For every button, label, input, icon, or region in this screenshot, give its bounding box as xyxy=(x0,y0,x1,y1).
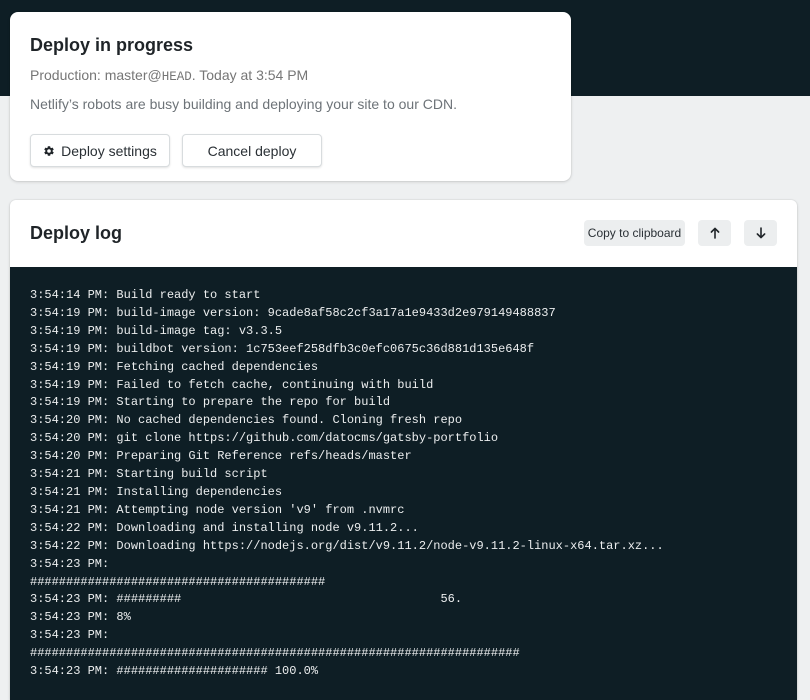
log-line: 3:54:23 PM: 8% xyxy=(30,610,131,625)
log-line: 3:54:19 PM: build-image version: 9cade8a… xyxy=(30,305,556,320)
log-line: 3:54:23 PM: xyxy=(30,628,110,643)
log-line: 3:54:19 PM: Failed to fetch cache, conti… xyxy=(30,377,434,392)
deploy-log-card: Deploy log Copy to clipboard 3:54:14 PM:… xyxy=(10,200,797,700)
deploy-log-output[interactable]: 3:54:14 PM: Build ready to start 3:54:19 … xyxy=(10,267,797,700)
deploy-settings-button[interactable]: Deploy settings xyxy=(30,134,170,167)
log-line: 3:54:20 PM: git clone https://github.com… xyxy=(30,431,499,446)
log-line: 3:54:19 PM: build-image tag: v3.3.5 xyxy=(30,323,283,338)
log-line: 3:54:22 PM: Downloading and installing n… xyxy=(30,520,419,535)
arrow-up-icon xyxy=(710,227,719,239)
deploy-settings-label: Deploy settings xyxy=(61,142,157,159)
log-line: 3:54:22 PM: Downloading https://nodejs.o… xyxy=(30,538,664,553)
log-line: ########################################… xyxy=(30,646,520,661)
log-line: 3:54:23 PM: ######### 56. xyxy=(30,592,463,607)
scroll-to-bottom-button[interactable] xyxy=(744,220,777,246)
cancel-deploy-button[interactable]: Cancel deploy xyxy=(182,134,322,167)
log-line: 3:54:21 PM: Installing dependencies xyxy=(30,484,283,499)
log-line: 3:54:19 PM: Fetching cached dependencies xyxy=(30,359,319,374)
log-line: 3:54:19 PM: Starting to prepare the repo… xyxy=(30,395,391,410)
gear-icon xyxy=(44,145,54,156)
arrow-down-icon xyxy=(756,227,765,239)
log-line: ########################################… xyxy=(30,574,326,589)
log-line: 3:54:21 PM: Starting build script xyxy=(30,467,268,482)
log-line: 3:54:14 PM: Build ready to start xyxy=(30,288,261,302)
deploy-description: Netlify’s robots are busy building and d… xyxy=(30,96,457,112)
deploy-meta-ref: HEAD xyxy=(161,70,192,84)
log-line: 3:54:21 PM: Attempting node version 'v9'… xyxy=(30,502,405,517)
deploy-status-card: Deploy in progress Production: master@HE… xyxy=(10,12,571,181)
deploy-meta: Production: master@HEAD. Today at 3:54 P… xyxy=(30,66,551,86)
log-line: 3:54:20 PM: Preparing Git Reference refs… xyxy=(30,449,412,464)
scroll-to-top-button[interactable] xyxy=(698,220,731,246)
cancel-deploy-label: Cancel deploy xyxy=(207,142,297,159)
deploy-log-title: Deploy log xyxy=(30,223,123,243)
log-line: 3:54:19 PM: buildbot version: 1c753eef25… xyxy=(30,341,535,356)
log-line: 3:54:23 PM: xyxy=(30,556,110,571)
deploy-meta-prefix: Production: master@ xyxy=(30,67,162,83)
deploy-log-header: Deploy log Copy to clipboard xyxy=(10,200,797,267)
copy-to-clipboard-button[interactable]: Copy to clipboard xyxy=(584,220,685,246)
log-line: 3:54:23 PM: ##################### 100.0% xyxy=(30,664,319,679)
log-line: 3:54:20 PM: No cached dependencies found… xyxy=(30,413,463,428)
deploy-meta-suffix: . Today at 3:54 PM xyxy=(191,67,309,83)
deploy-title: Deploy in progress xyxy=(30,35,194,55)
deploy-actions: Deploy settings Cancel deploy xyxy=(30,134,551,167)
